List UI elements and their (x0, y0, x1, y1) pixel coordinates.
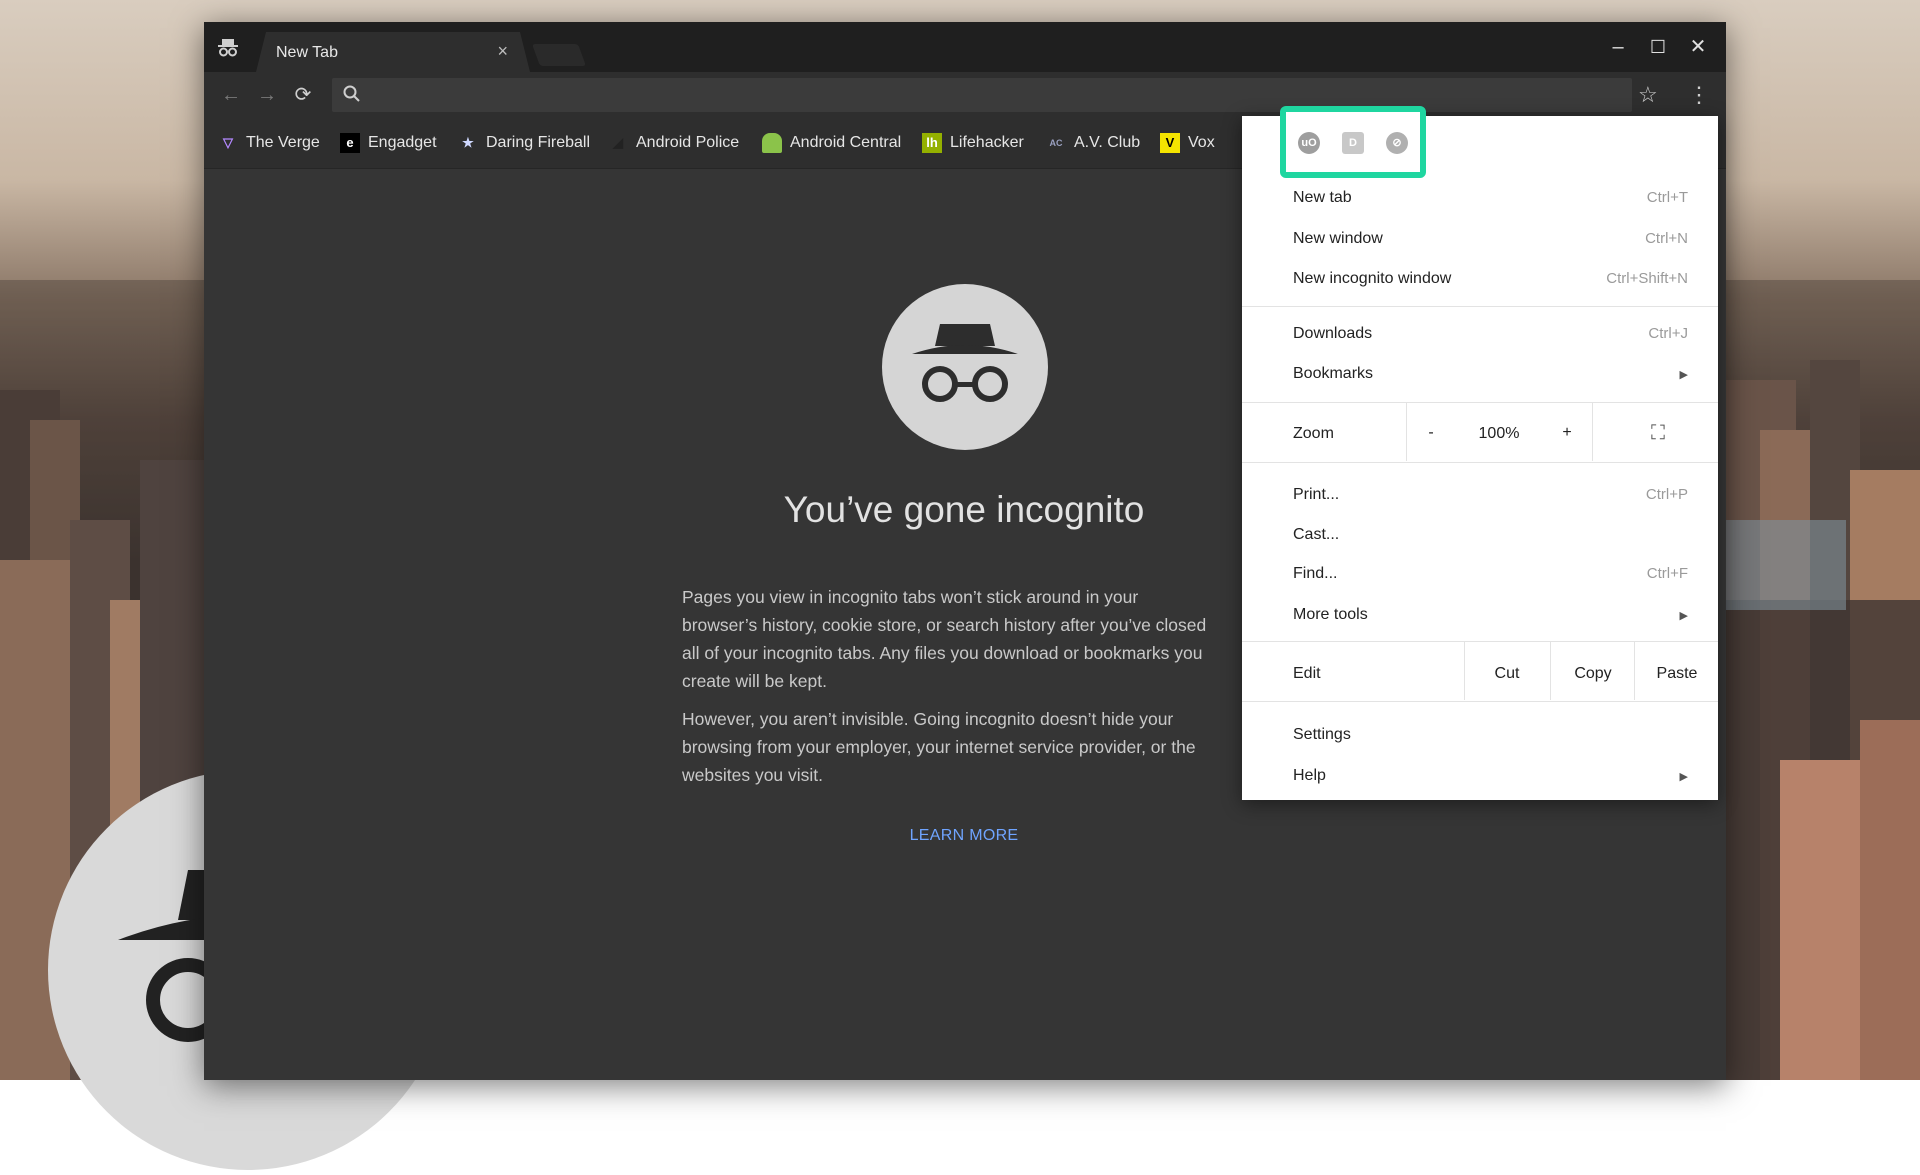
menu-separator (1242, 641, 1718, 642)
copy-button[interactable]: Copy (1552, 665, 1634, 683)
toolbar: ← → ⟳ ☆ ⋮ (204, 72, 1726, 118)
paragraph-line: However, you aren’t invisible. Going inc… (682, 709, 1174, 729)
incognito-paragraph-1: Pages you view in incognito tabs won’t s… (682, 583, 1242, 695)
edit-divider (1634, 642, 1635, 700)
submenu-arrow-icon: ▶ (1679, 369, 1688, 381)
star-icon: ★ (462, 135, 474, 150)
zoom-out-button[interactable]: - (1416, 424, 1446, 442)
paragraph-line: websites you visit. (682, 765, 824, 785)
close-window-icon[interactable]: ✕ (1684, 34, 1712, 60)
bookmark-label: A.V. Club (1074, 134, 1141, 151)
menu-new-incognito-window[interactable]: New incognito window (1293, 270, 1451, 288)
bookmark-label: Android Police (636, 134, 740, 151)
bookmark-vox[interactable]: V Vox (1160, 132, 1215, 154)
bookmark-android-central[interactable]: Android Central (762, 132, 901, 154)
zoom-in-button[interactable]: + (1552, 424, 1582, 442)
minimize-icon[interactable]: – (1604, 34, 1632, 60)
bookmark-android-police[interactable]: ◢ Android Police (608, 132, 739, 154)
menu-separator (1242, 701, 1718, 702)
submenu-arrow-icon: ▶ (1679, 610, 1688, 622)
paste-button[interactable]: Paste (1636, 665, 1718, 683)
menu-kebab-icon[interactable]: ⋮ (1688, 82, 1710, 108)
cut-button[interactable]: Cut (1466, 665, 1548, 683)
bookmark-the-verge[interactable]: ▽ The Verge (218, 132, 320, 154)
paragraph-line: browser’s history, cookie store, or sear… (682, 615, 1207, 635)
menu-separator (1242, 402, 1718, 403)
d-extension-icon[interactable]: D (1342, 132, 1364, 154)
menu-new-window[interactable]: New window (1293, 230, 1383, 248)
reload-icon[interactable]: ⟳ (290, 82, 316, 108)
menu-edit-label: Edit (1293, 665, 1321, 682)
bookmark-lifehacker[interactable]: lh Lifehacker (922, 132, 1024, 154)
menu-new-tab[interactable]: New tab (1293, 189, 1352, 207)
menu-separator (1242, 462, 1718, 463)
bookmark-label: Vox (1188, 134, 1215, 151)
incognito-paragraph-2: However, you aren’t invisible. Going inc… (682, 705, 1242, 789)
extensions-highlight-box: uO D ⊘ (1280, 106, 1426, 178)
paragraph-line: all of your incognito tabs. Any files yo… (682, 643, 1203, 663)
av-club-icon: AC (1049, 138, 1063, 148)
shortcut-print: Ctrl+P (1645, 486, 1688, 503)
incognito-avatar (882, 284, 1048, 450)
shortcut-downloads: Ctrl+J (1648, 325, 1688, 342)
bookmark-star-icon[interactable]: ☆ (1638, 82, 1658, 108)
shortcut-new-incognito-window: Ctrl+Shift+N (1606, 270, 1688, 287)
menu-separator (1242, 306, 1718, 307)
paragraph-line: Pages you view in incognito tabs won’t s… (682, 587, 1139, 607)
address-bar[interactable] (332, 78, 1632, 112)
title-bar: New Tab × – ☐ ✕ (204, 22, 1726, 72)
incognito-heading: You’ve gone incognito (783, 489, 1145, 530)
verge-logo-icon: ▽ (223, 135, 233, 150)
shortcut-new-tab: Ctrl+T (1646, 189, 1688, 206)
submenu-arrow-icon: ▶ (1679, 771, 1688, 783)
engadget-logo-icon: e (340, 133, 360, 153)
shortcut-find: Ctrl+F (1646, 565, 1688, 582)
edit-divider (1464, 642, 1465, 700)
bookmark-daring-fireball[interactable]: ★ Daring Fireball (458, 132, 590, 154)
bookmark-av-club[interactable]: AC A.V. Club (1046, 132, 1141, 154)
tab-title: New Tab (276, 44, 338, 61)
menu-print[interactable]: Print... (1293, 486, 1339, 504)
paragraph-line: browsing from your employer, your intern… (682, 737, 1196, 757)
menu-settings[interactable]: Settings (1293, 726, 1351, 744)
android-police-icon: ◢ (613, 135, 623, 150)
fullscreen-icon[interactable]: ⛶ (1638, 422, 1678, 445)
search-icon (343, 85, 360, 102)
bookmark-label: The Verge (246, 134, 320, 151)
edit-divider (1550, 642, 1551, 700)
lifehacker-icon: lh (922, 133, 942, 153)
menu-cast[interactable]: Cast... (1293, 526, 1339, 544)
menu-zoom-label: Zoom (1293, 425, 1334, 442)
new-tab-button[interactable] (531, 44, 587, 66)
forward-arrow-icon[interactable]: → (254, 82, 280, 108)
menu-find[interactable]: Find... (1293, 565, 1337, 583)
vox-icon: V (1160, 133, 1180, 153)
learn-more-link[interactable]: LEARN MORE (904, 827, 1024, 845)
ublock-extension-icon[interactable]: uO (1298, 132, 1320, 154)
bookmark-label: Android Central (790, 134, 902, 151)
back-arrow-icon[interactable]: ← (218, 82, 244, 108)
zoom-divider (1592, 403, 1593, 461)
bookmark-label: Engadget (368, 134, 437, 151)
menu-downloads[interactable]: Downloads (1293, 325, 1372, 343)
zoom-level: 100% (1478, 425, 1520, 442)
chrome-main-menu: uO D ⊘ New tab Ctrl+T New window Ctrl+N … (1242, 106, 1718, 800)
shortcut-new-window: Ctrl+N (1645, 230, 1688, 247)
incognito-spy-icon (218, 39, 238, 57)
bookmark-label: Daring Fireball (486, 134, 591, 151)
menu-help[interactable]: Help (1293, 767, 1326, 785)
maximize-icon[interactable]: ☐ (1644, 34, 1672, 60)
android-icon (762, 133, 782, 153)
tab-new-tab[interactable]: New Tab × (256, 32, 530, 72)
paragraph-line: create will be kept. (682, 671, 827, 691)
menu-more-tools[interactable]: More tools (1293, 606, 1368, 624)
bookmark-engadget[interactable]: e Engadget (340, 132, 437, 154)
incognito-icon (912, 324, 1018, 402)
menu-bookmarks[interactable]: Bookmarks (1293, 365, 1373, 383)
bookmark-label: Lifehacker (950, 134, 1024, 151)
circle-extension-icon[interactable]: ⊘ (1386, 132, 1408, 154)
zoom-divider (1406, 403, 1407, 461)
tab-close-icon[interactable]: × (497, 41, 508, 62)
